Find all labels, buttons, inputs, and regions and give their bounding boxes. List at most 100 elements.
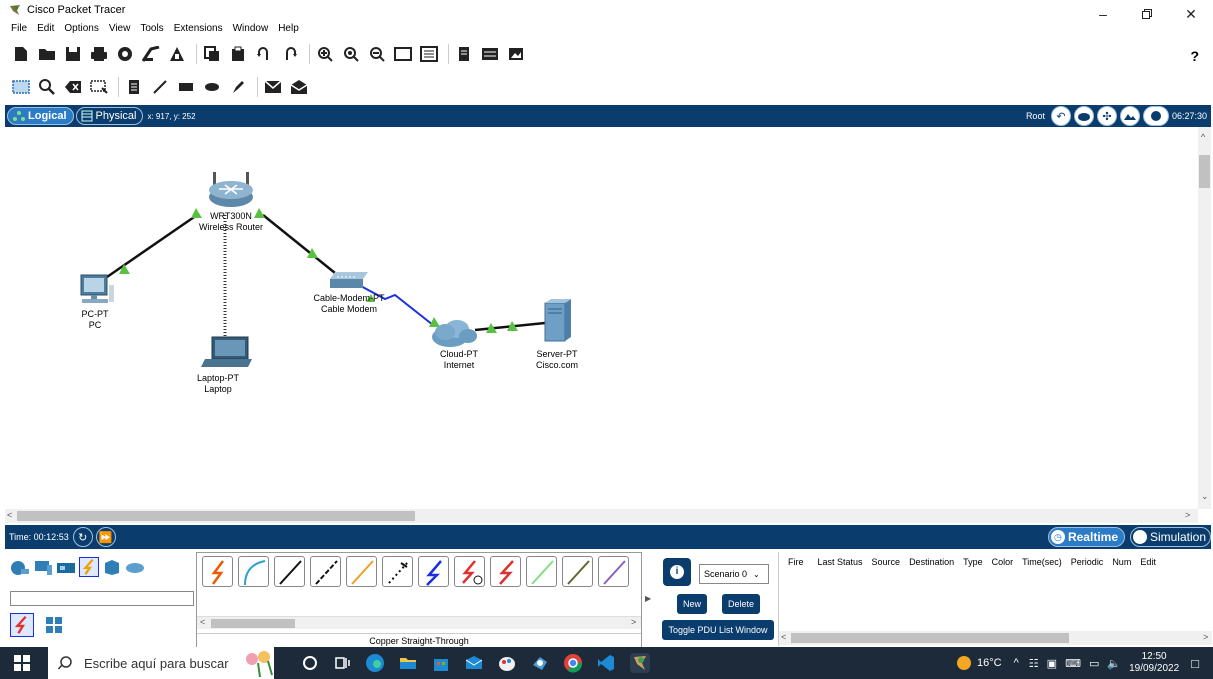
task-view-icon[interactable] [332,653,352,673]
freeform-icon[interactable] [227,76,249,98]
panel-splitter-arrow[interactable]: ▶ [645,594,651,603]
activity-wizard-icon[interactable] [114,43,136,65]
custom-device-dialog-icon[interactable] [418,43,440,65]
draw-rectangle-icon[interactable] [175,76,197,98]
fiber-cable[interactable] [346,556,377,587]
viewport-button[interactable] [1142,106,1169,126]
chrome-icon[interactable] [563,653,583,673]
coaxial-cable[interactable] [418,556,449,587]
ipc-icon[interactable] [453,43,475,65]
pc-device[interactable] [80,274,114,303]
physical-tab[interactable]: Physical [75,107,144,125]
laptop-device[interactable] [201,336,252,367]
scroll-left-icon[interactable]: < [7,510,12,520]
end-devices-icon[interactable] [33,557,53,577]
menu-file[interactable]: File [11,23,27,34]
delete-scenario-button[interactable]: Delete [722,594,760,614]
menu-options[interactable]: Options [64,23,98,34]
new-scenario-button[interactable]: New [677,594,707,614]
volume-icon[interactable]: 🔈 [1107,657,1121,670]
edge-browser-icon[interactable] [365,653,385,673]
add-simple-pdu-icon[interactable] [262,76,284,98]
help-button[interactable]: ? [1190,48,1199,64]
menu-help[interactable]: Help [278,23,299,34]
vscode-icon[interactable] [596,653,616,673]
console-cable[interactable] [238,556,269,587]
display-icon[interactable]: ▭ [1089,657,1099,670]
windows-start-icon[interactable] [14,655,30,671]
network-devices-icon[interactable] [10,557,30,577]
new-file-icon[interactable] [10,43,32,65]
scroll-up-icon[interactable]: ^ [1201,132,1205,142]
cable-modem-device[interactable] [330,272,368,288]
cable-scrollbar[interactable]: < > [197,616,641,629]
taskbar-search[interactable]: Escribe aquí para buscar [48,647,274,679]
select-icon[interactable] [10,76,32,98]
logical-workspace[interactable]: WRT300N Wireless Router PC-PT PC Laptop-… [5,127,1198,509]
save-icon[interactable] [62,43,84,65]
cable-scroll-thumb[interactable] [211,619,295,628]
network-info-icon[interactable] [140,43,162,65]
close-button[interactable]: ✕ [1169,0,1213,28]
copper-cross-over-cable[interactable] [310,556,341,587]
draw-line-icon[interactable] [149,76,171,98]
connections-subcategory-icon[interactable] [10,613,34,637]
zoom-out-icon[interactable] [366,43,388,65]
scroll-down-icon[interactable]: ⌄ [1201,491,1209,502]
auto-connection-cable[interactable] [202,556,233,587]
zoom-in-icon[interactable] [314,43,336,65]
logical-tab[interactable]: Logical [7,107,74,125]
draw-ellipse-icon[interactable] [201,76,223,98]
menu-edit[interactable]: Edit [37,23,54,34]
internet-cloud-device[interactable] [432,320,477,347]
delete-icon[interactable] [62,76,84,98]
back-button[interactable]: ↶ [1050,106,1071,126]
workspace-horizontal-scrollbar[interactable]: < > [5,509,1198,523]
phone-cable[interactable] [382,556,413,587]
horizontal-scroll-thumb[interactable] [17,511,415,521]
power-cycle-button[interactable]: ↻ [72,527,93,547]
scenario-select[interactable]: Scenario 0 ⌄ [699,564,769,584]
server-device[interactable] [544,299,571,342]
open-folder-icon[interactable] [36,43,58,65]
iot-custom-cable[interactable] [562,556,593,587]
keyboard-icon[interactable]: ⌨ [1065,657,1081,670]
place-note-icon[interactable] [123,76,145,98]
custom-devices-icon[interactable] [166,43,188,65]
link-router-modem[interactable] [262,214,341,278]
paint-icon[interactable] [497,653,517,673]
minimize-button[interactable]: – [1081,0,1125,28]
store-icon[interactable] [431,653,451,673]
paste-icon[interactable] [227,43,249,65]
print-icon[interactable] [88,43,110,65]
structured-cabling-icon[interactable] [42,613,66,637]
menu-view[interactable]: View [109,23,131,34]
cable-scroll-left-icon[interactable]: < [200,617,205,627]
redo-icon[interactable] [279,43,301,65]
scroll-right-icon[interactable]: > [1185,510,1190,520]
drawing-palette-icon[interactable] [392,43,414,65]
menu-extensions[interactable]: Extensions [174,23,223,34]
copper-straight-through-cable[interactable] [274,556,305,587]
multiuser-icon[interactable] [125,557,145,577]
copy-icon[interactable] [201,43,223,65]
components-icon[interactable] [56,557,76,577]
move-object-button[interactable]: ✣ [1096,106,1117,126]
new-cluster-button[interactable] [1073,106,1094,126]
notifications-icon[interactable]: □ [1191,656,1199,671]
simulation-mode-button[interactable]: Simulation [1129,527,1211,547]
resize-shape-icon[interactable] [88,76,110,98]
photo-icon[interactable] [505,43,527,65]
file-explorer-icon[interactable] [398,653,418,673]
add-complex-pdu-icon[interactable] [288,76,310,98]
link-router-pc[interactable] [106,213,198,279]
pdu-scroll-thumb[interactable] [791,633,1069,643]
serial-dte-cable[interactable] [490,556,521,587]
serial-dce-cable[interactable] [454,556,485,587]
packet-tracer-active-icon[interactable] [630,653,650,673]
inspect-icon[interactable] [36,76,58,98]
menu-window[interactable]: Window [233,23,269,34]
undo-icon[interactable] [253,43,275,65]
connections-icon[interactable] [79,557,99,577]
realtime-mode-button[interactable]: ◷ Realtime [1047,527,1125,547]
